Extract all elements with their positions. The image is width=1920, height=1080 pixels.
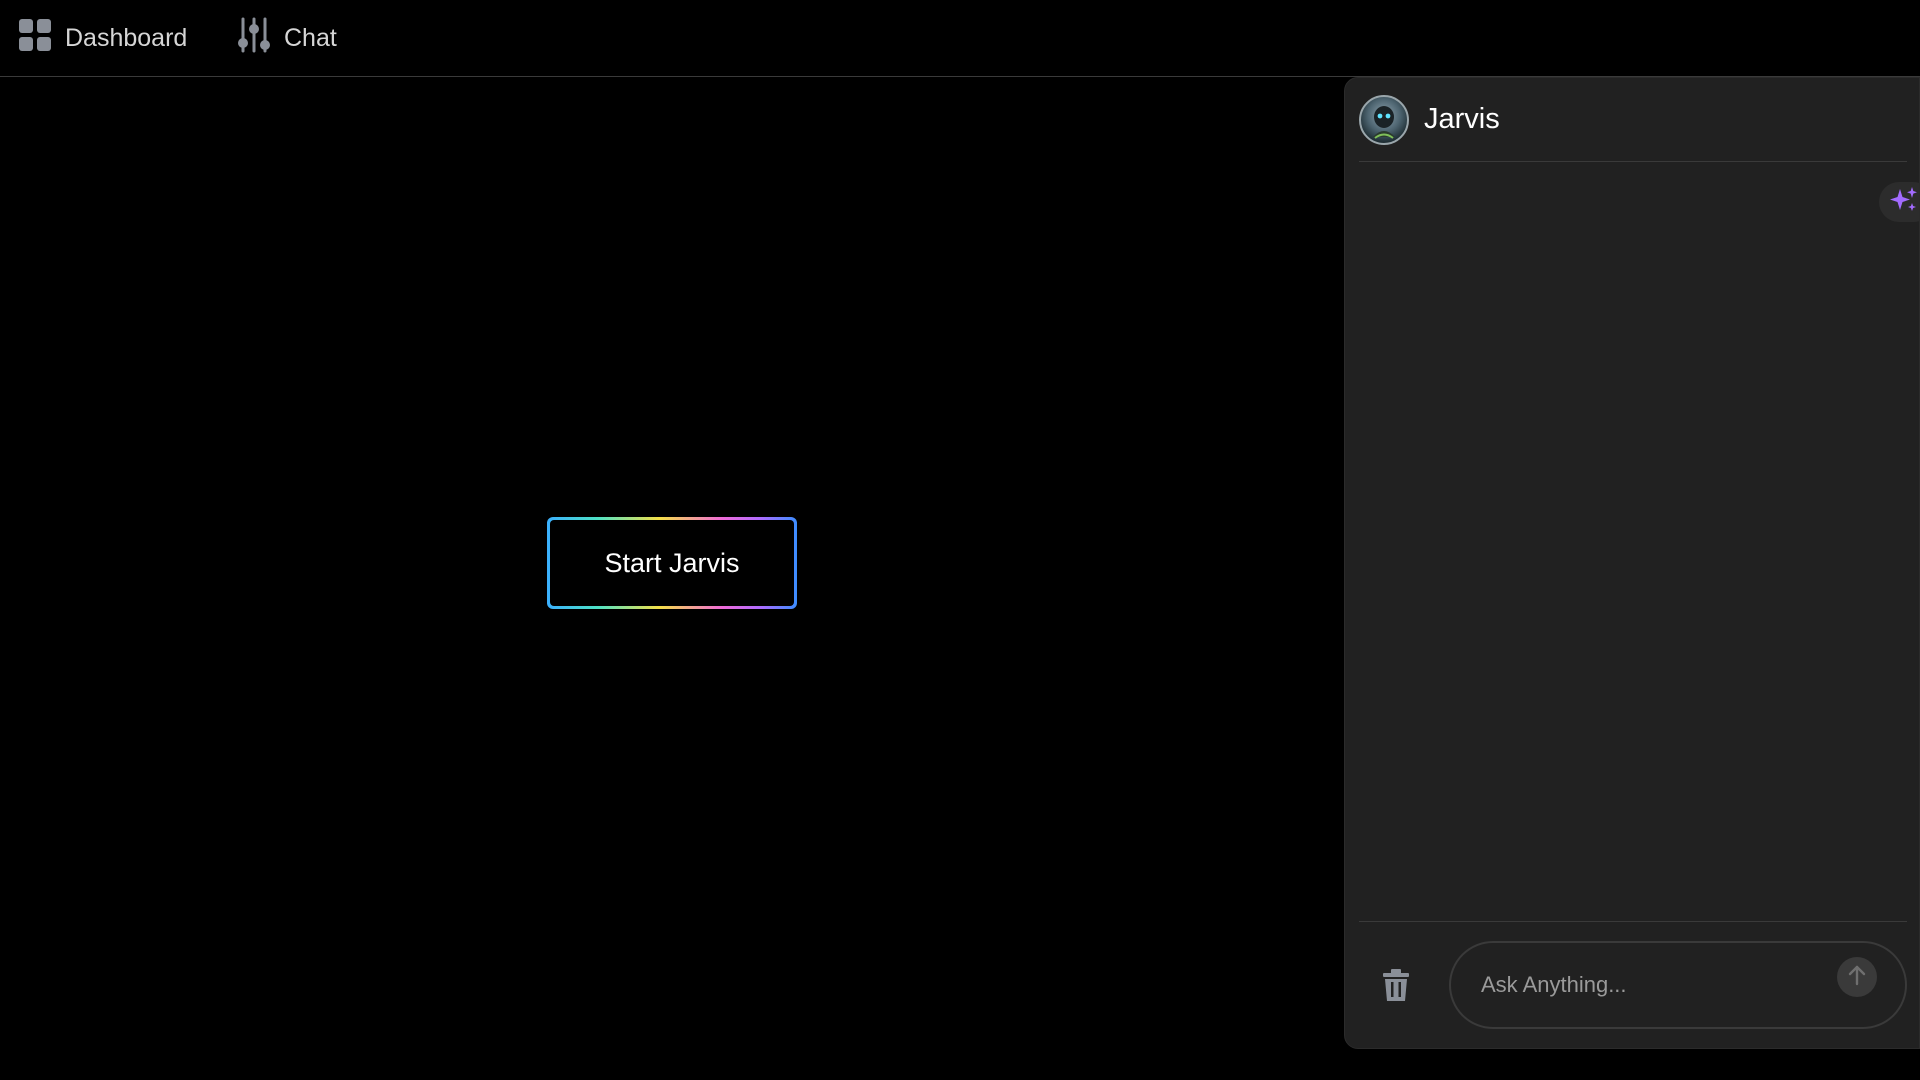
chat-messages: [1359, 163, 1907, 923]
assistant-avatar: [1359, 94, 1409, 145]
clear-chat-button[interactable]: [1381, 968, 1417, 1008]
chat-input[interactable]: [1479, 965, 1819, 1005]
sliders-icon: [238, 17, 270, 60]
grid-icon: [19, 18, 51, 58]
nav-item-chat[interactable]: Chat: [238, 17, 337, 60]
nav-item-label: Dashboard: [65, 23, 188, 52]
chat-title: Jarvis: [1424, 103, 1500, 135]
start-jarvis-button[interactable]: Start Jarvis: [547, 517, 797, 609]
send-button[interactable]: [1837, 957, 1877, 997]
trash-icon: [1381, 969, 1411, 1006]
divider: [1359, 921, 1907, 922]
chat-panel: Jarvis: [1344, 77, 1920, 1049]
top-nav: Dashboard Chat: [0, 0, 1920, 77]
start-jarvis-label: Start Jarvis: [550, 520, 794, 606]
nav-item-dashboard[interactable]: Dashboard: [19, 18, 187, 58]
chat-header: Jarvis: [1359, 78, 1907, 162]
chat-input-box: [1449, 941, 1907, 1029]
nav-item-label: Chat: [284, 23, 337, 52]
arrow-up-icon: [1847, 964, 1867, 991]
